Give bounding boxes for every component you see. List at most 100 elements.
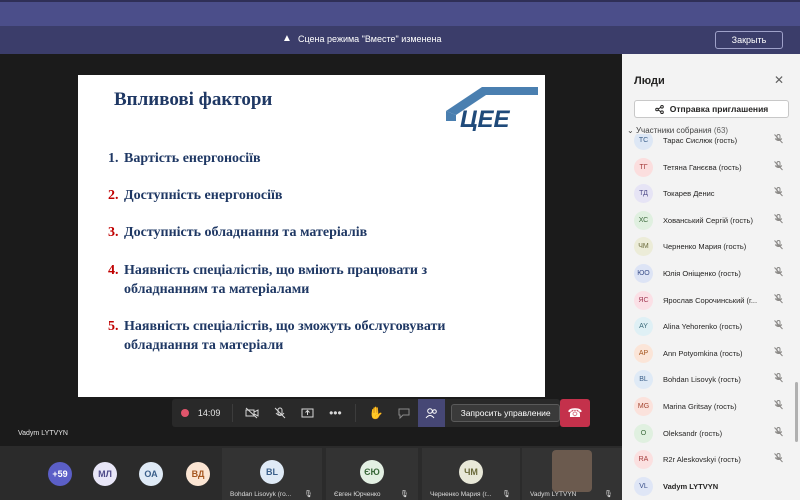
more-actions-button[interactable]: ••• xyxy=(322,399,350,427)
participant-video-tile[interactable]: Vadym LYTVYN 🎙 xyxy=(522,448,622,500)
participants-button[interactable] xyxy=(417,399,446,427)
participant-row[interactable]: ТД Токарев Денис xyxy=(622,181,800,207)
slide-title: Впливові фактори xyxy=(114,89,273,110)
participant-row[interactable]: ЮО Юлія Оніщенко (гость) xyxy=(622,261,800,287)
participant-row[interactable]: AY Alina Yehorenko (гость) xyxy=(622,314,800,340)
mic-off-icon xyxy=(774,373,783,385)
participant-row[interactable]: MG Marina Gritsay (гость) xyxy=(622,394,800,420)
participant-avatar[interactable]: МЛ xyxy=(93,462,117,486)
recording-icon xyxy=(181,409,189,417)
camera-off-button[interactable] xyxy=(239,399,267,427)
participant-row[interactable]: BL Bohdan Lisovyk (гость) xyxy=(622,367,800,393)
slide-list-item: 5. Наявність спеціалістів, що зможуть обс… xyxy=(108,317,504,355)
participant-name: Bohdan Lisovyk (гость) xyxy=(663,375,741,385)
title-bar xyxy=(0,0,800,26)
participant-video-tile[interactable]: ЧМ Черненко Мария (г... 🎙 xyxy=(422,448,520,500)
more-participants-badge[interactable]: +59 xyxy=(48,462,72,486)
avatar: ЯС xyxy=(634,290,653,310)
mic-off-icon xyxy=(774,453,783,465)
avatar: ЧМ xyxy=(634,237,653,257)
participant-row[interactable]: AP Ann Potyomkina (гость) xyxy=(622,341,800,367)
list-item-number: 1. xyxy=(108,151,119,166)
participant-name: Ярослав Сорочинський (г... xyxy=(663,295,758,305)
slide-list-item: 3. Доступність обладнання та матеріалів xyxy=(108,223,504,242)
participant-name: Alina Yehorenko (гость) xyxy=(663,322,743,332)
participant-row[interactable]: ЧМ Черненко Мария (гость) xyxy=(622,234,800,260)
avatar: VL xyxy=(634,476,653,496)
scrollbar[interactable] xyxy=(795,382,798,442)
close-notification-button[interactable]: Закрыть xyxy=(715,31,783,49)
list-item-number: 4. xyxy=(108,263,119,278)
more-icon: ••• xyxy=(329,406,342,420)
participant-name: Тарас Сислюк (гость) xyxy=(663,136,738,145)
send-invite-button[interactable]: Отправка приглашения xyxy=(634,100,789,118)
mic-off-icon xyxy=(774,240,783,252)
hand-icon: ✋ xyxy=(368,406,384,420)
avatar: MG xyxy=(634,397,653,416)
list-item-number: 3. xyxy=(108,225,119,240)
panel-title: Люди xyxy=(634,75,665,87)
participant-row[interactable]: ЯС Ярослав Сорочинський (г... xyxy=(622,288,800,314)
shared-content-stage: Впливові фактори ЦЕЕ 1. Вартість енергоно… xyxy=(0,54,622,446)
svg-text:ЦЕЕ: ЦЕЕ xyxy=(460,106,511,131)
list-item-text: Наявність спеціалістів, що вміють працюв… xyxy=(124,263,428,297)
raise-hand-button[interactable]: ✋ xyxy=(362,399,390,427)
participant-row[interactable]: VL Vadym LYTVYN xyxy=(622,474,800,500)
mic-off-icon xyxy=(774,293,783,306)
mic-off-icon xyxy=(774,134,783,146)
tile-avatar: BL xyxy=(260,460,284,484)
close-panel-icon[interactable]: ✕ xyxy=(774,73,784,87)
avatar: ТД xyxy=(634,184,653,204)
participant-row[interactable]: ТГ Тетяна Ганєєва (гость) xyxy=(622,155,800,181)
avatar: BL xyxy=(634,370,653,390)
tile-name: Vadym LYTVYN xyxy=(530,491,577,498)
participant-name: Ann Potyomkina (гость) xyxy=(663,348,743,358)
mic-off-icon xyxy=(774,267,783,279)
avatar: RA xyxy=(634,450,653,470)
mic-off-icon: 🎙 xyxy=(400,491,409,498)
mic-off-icon xyxy=(774,187,783,199)
presenter-name: Vadym LYTVYN xyxy=(18,430,68,437)
people-icon xyxy=(425,408,437,419)
participant-name: Vadym LYTVYN xyxy=(663,481,719,491)
participant-name: Юлія Оніщенко (гость) xyxy=(663,269,741,278)
list-item-number: 2. xyxy=(108,188,119,203)
participant-video-tile[interactable]: ЄЮ Євген Юрченко 🎙 xyxy=(326,448,418,500)
tile-name: Bohdan Lisovyk (го... xyxy=(230,491,292,498)
participant-avatar[interactable]: ВД xyxy=(186,462,210,486)
participant-video-tile[interactable]: BL Bohdan Lisovyk (го... 🎙 xyxy=(222,448,322,500)
participant-name: Черненко Мария (гость) xyxy=(663,242,747,252)
cee-logo: ЦЕЕ xyxy=(446,87,538,131)
participant-name: Тетяна Ганєєва (гость) xyxy=(663,162,742,172)
notification-message: Сцена режима "Вместе" изменена xyxy=(298,34,442,44)
presentation-slide: Впливові фактори ЦЕЕ 1. Вартість енергоно… xyxy=(78,75,545,397)
tile-avatar: ЄЮ xyxy=(360,460,384,484)
list-item-number: 5. xyxy=(108,319,119,334)
slide-list-item: 1. Вартість енергоносіїв xyxy=(108,149,504,168)
mic-off-icon xyxy=(774,426,783,439)
mic-off-icon: 🎙 xyxy=(604,491,613,498)
list-item-text: Вартість енергоносіїв xyxy=(124,151,261,166)
mute-button[interactable] xyxy=(266,399,294,427)
mic-off-icon xyxy=(274,407,286,419)
participant-strip: +59 МЛ ОА ВД BL Bohdan Lisovyk (го... 🎙 ЄЮ Євг… xyxy=(0,446,622,500)
hang-up-button[interactable]: ☎ xyxy=(560,399,590,427)
participant-avatar[interactable]: ОА xyxy=(139,462,163,486)
participant-row[interactable]: ХС Хованський Сергій (гость) xyxy=(622,208,800,234)
call-timer: 14:09 xyxy=(197,408,221,418)
participant-name: R2r Aleskovskyi (гость) xyxy=(663,455,741,465)
request-control-button[interactable]: Запросить управление xyxy=(451,404,560,422)
mic-off-icon: 🎙 xyxy=(502,491,511,498)
participant-row[interactable]: O Oleksandr (гость) xyxy=(622,421,800,447)
participant-name: Токарев Денис xyxy=(663,189,715,199)
mic-off-icon xyxy=(774,346,783,359)
share-button[interactable] xyxy=(294,399,322,427)
participant-row[interactable]: ТС Тарас Сислюк (гость) xyxy=(622,134,800,154)
slide-list-item: 4. Наявність спеціалістів, що вміють прац… xyxy=(108,261,504,299)
phone-hangup-icon: ☎ xyxy=(567,406,583,420)
mic-off-icon xyxy=(774,213,783,226)
chat-button[interactable] xyxy=(390,399,418,427)
call-control-bar: 14:09 ••• ✋ Запросить управление xyxy=(172,399,560,427)
participant-row[interactable]: RA R2r Aleskovskyi (гость) xyxy=(622,447,800,473)
mic-off-icon xyxy=(774,160,783,173)
